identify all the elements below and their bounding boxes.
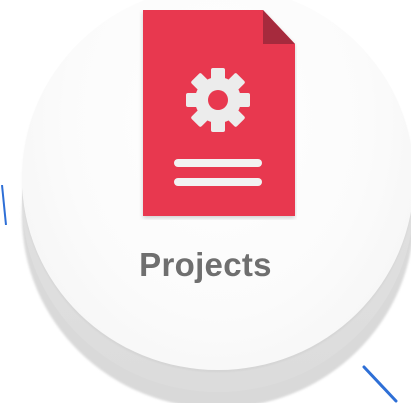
gear-icon [186, 68, 250, 132]
document-fold [263, 10, 295, 44]
document-gear-icon [143, 10, 295, 216]
document-line-2 [174, 178, 262, 186]
projects-card[interactable]: Projects [0, 0, 411, 403]
projects-widget: Projects [0, 0, 411, 403]
document-line-1 [174, 159, 262, 167]
card-title: Projects [139, 246, 272, 283]
